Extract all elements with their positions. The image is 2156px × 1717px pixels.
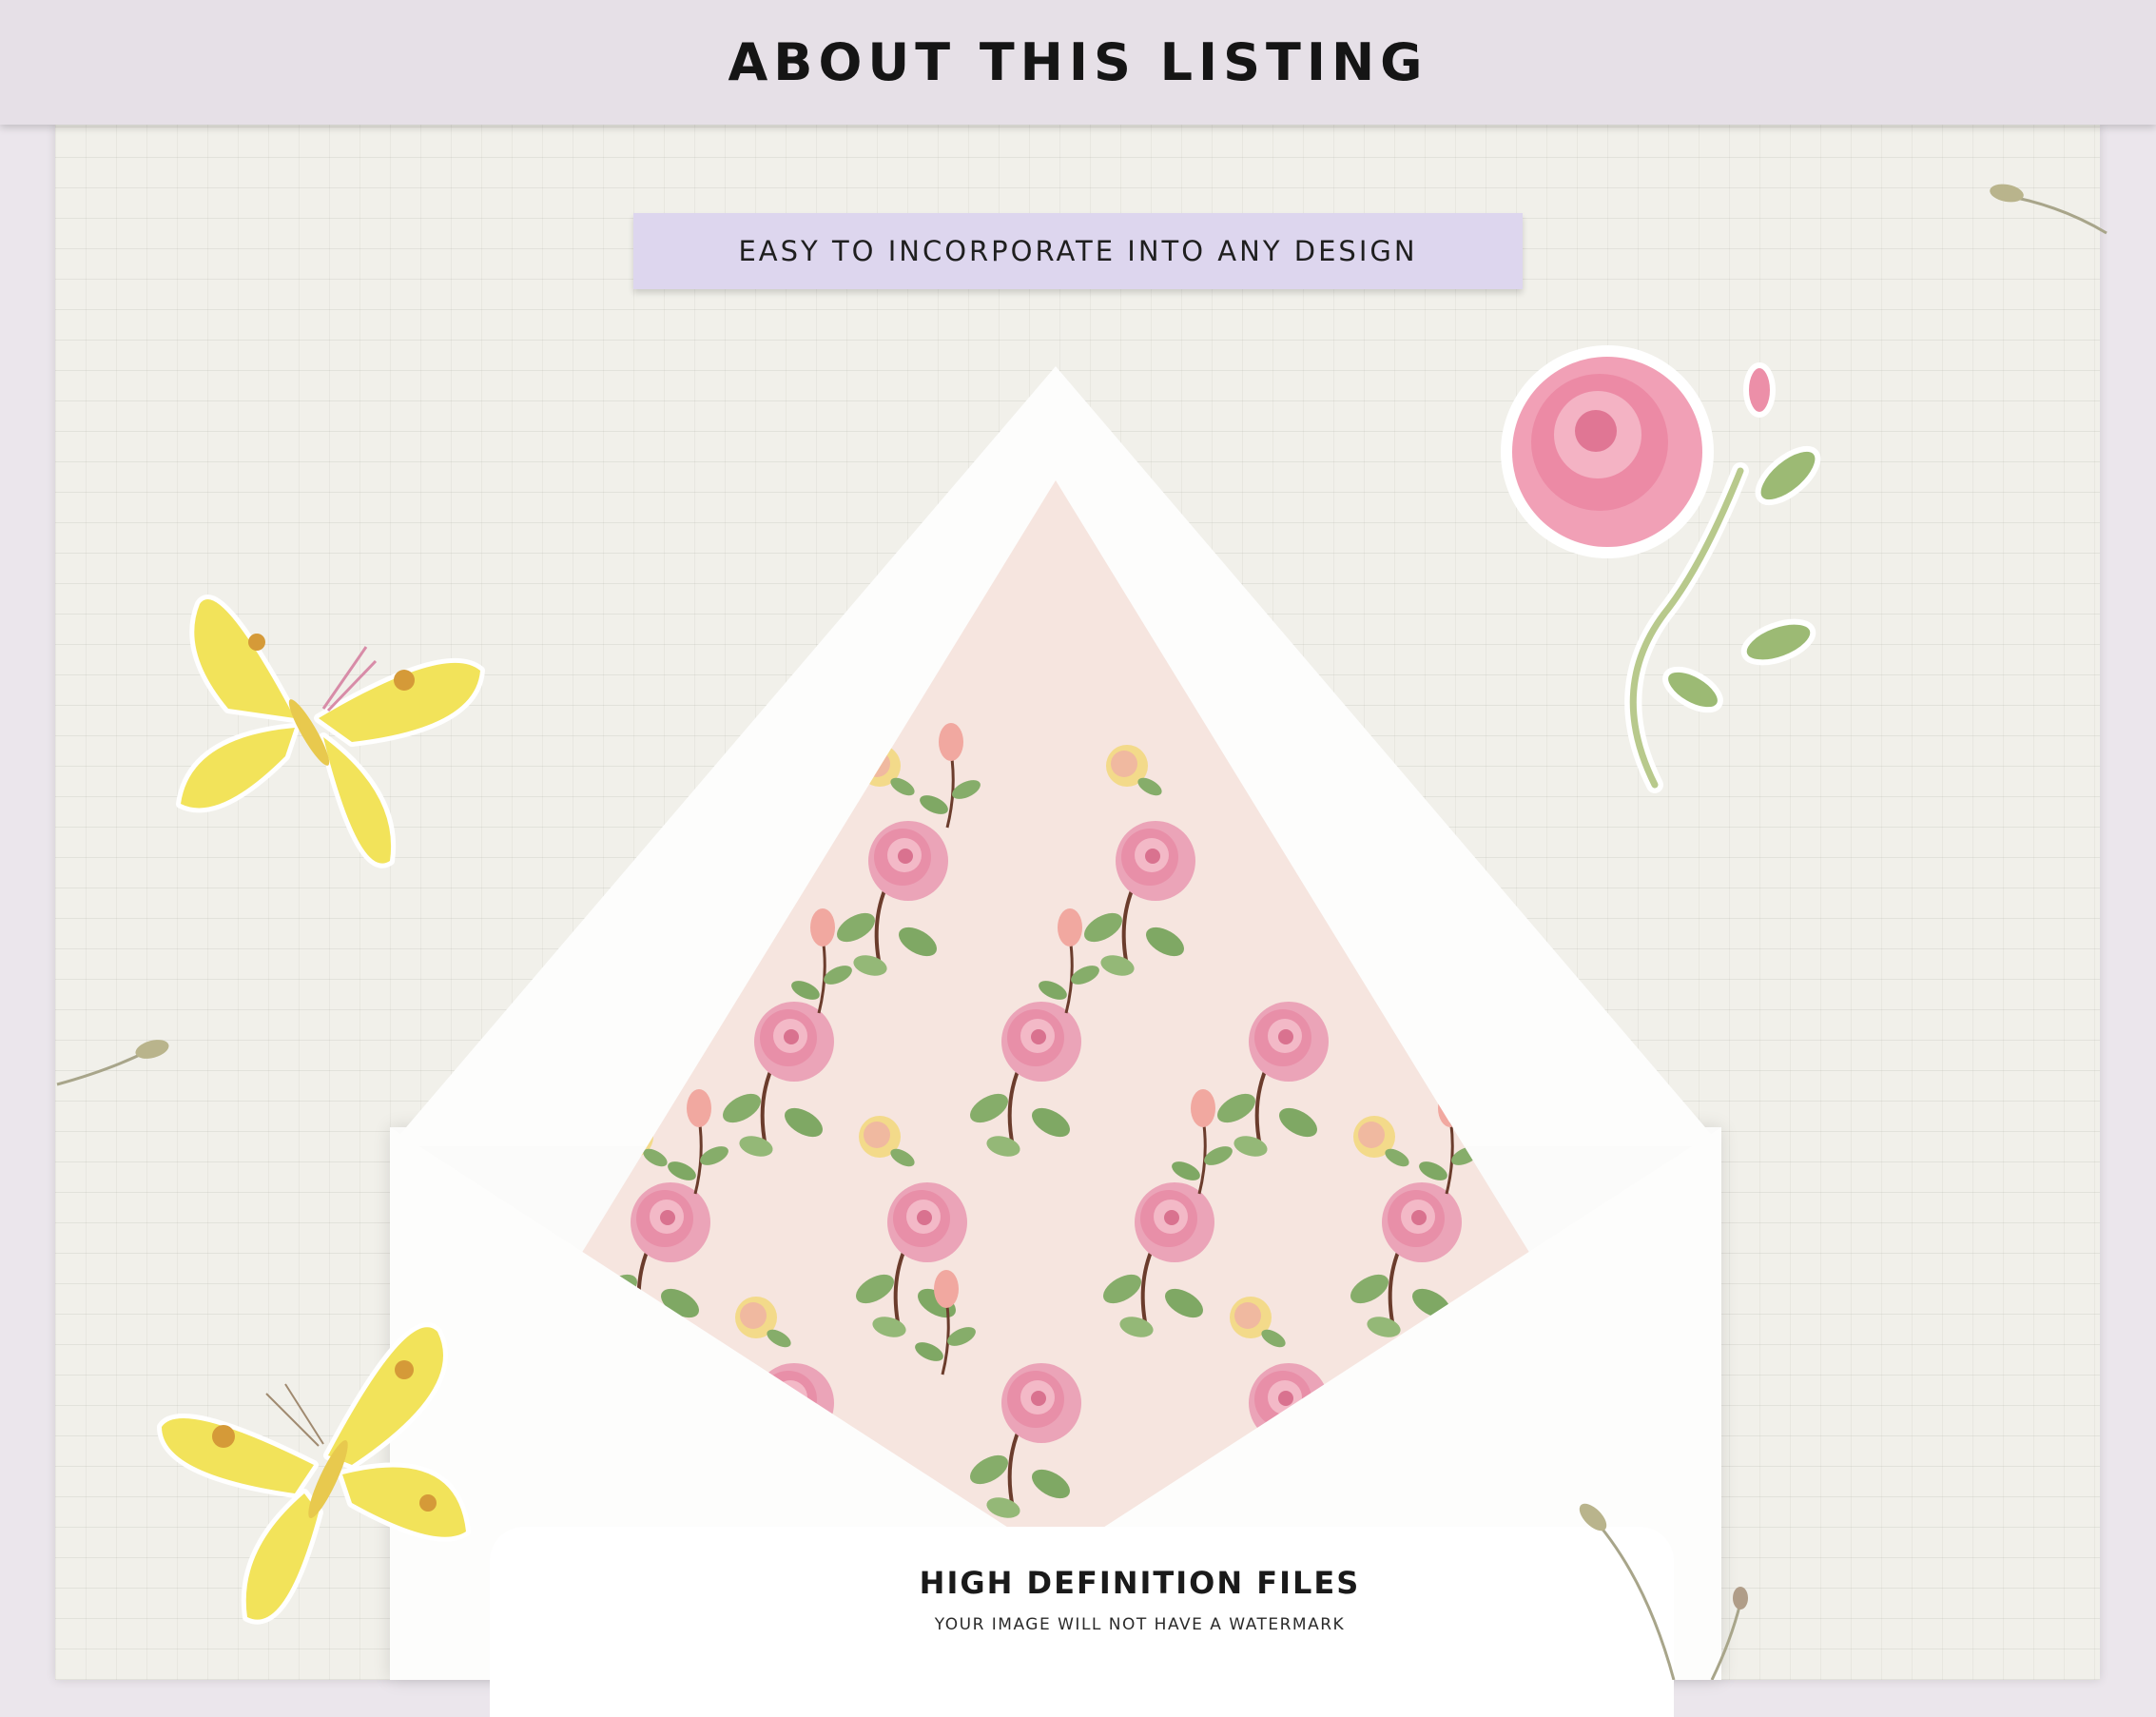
dried-seed-pod-icon [56, 1040, 169, 1086]
dried-seed-pod-icon [1990, 184, 2107, 235]
page-title: ABOUT THIS LISTING [728, 32, 1428, 92]
banner-label: EASY TO INCORPORATE INTO ANY DESIGN [738, 235, 1418, 267]
rose-sticker-icon [1501, 345, 1821, 793]
butterfly-icon [176, 595, 485, 868]
card-title: HIGH DEFINITION FILES [919, 1565, 1361, 1601]
card-subtitle: YOUR IMAGE WILL NOT HAVE A WATERMARK [934, 1615, 1346, 1634]
header-bar: ABOUT THIS LISTING [0, 0, 2156, 125]
washi-tape-banner: EASY TO INCORPORATE INTO ANY DESIGN [633, 213, 1523, 289]
